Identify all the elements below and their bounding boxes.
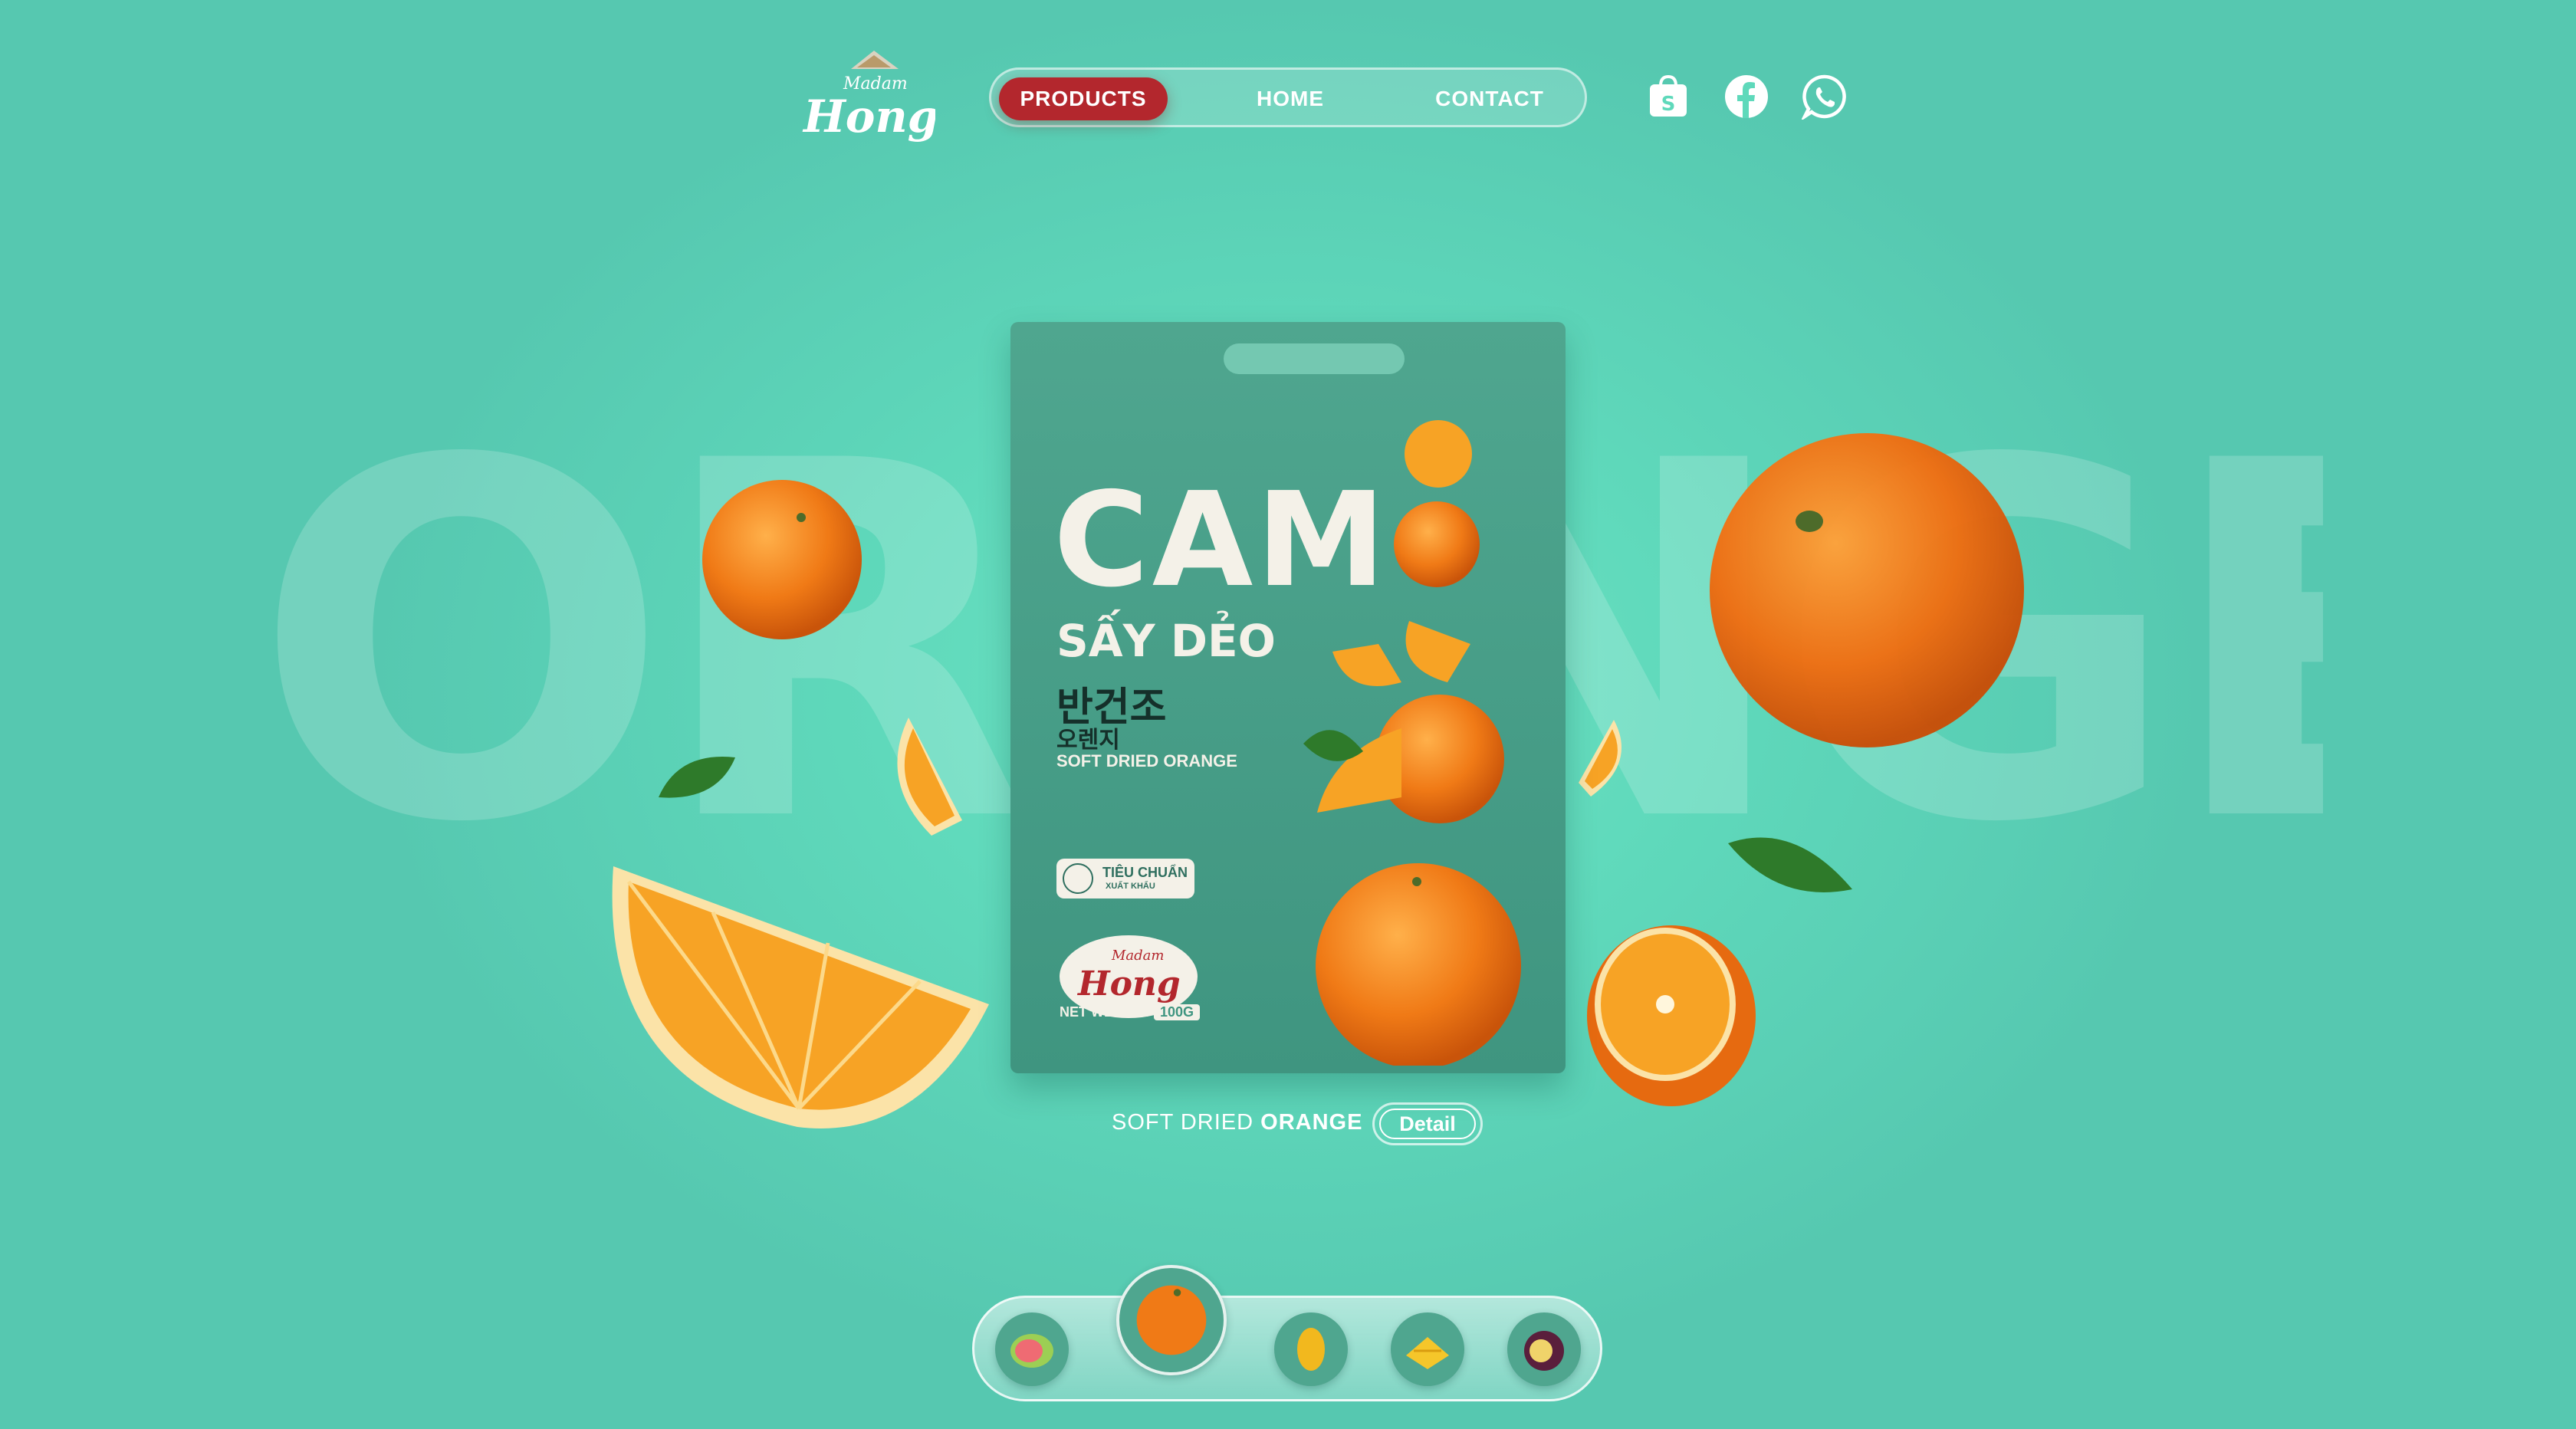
guava-icon	[1010, 1334, 1053, 1368]
package-korean-sub: 오렌지	[1056, 727, 1120, 754]
selector-item-passion-fruit[interactable]	[1507, 1312, 1581, 1386]
package-subtitle: SẤY DẺO	[1056, 615, 1276, 667]
main-nav: PRODUCTS HOME CONTACT	[989, 67, 1587, 127]
package-english-name: SOFT DRIED ORANGE	[1056, 751, 1237, 770]
orange-slice-decoration	[897, 718, 962, 836]
leaf-decoration	[659, 757, 735, 798]
net-weight-label: NET WEIGHT:	[1060, 1004, 1149, 1020]
detail-label: Detail	[1379, 1109, 1476, 1139]
orange-slice-small-decoration	[1579, 720, 1622, 797]
orange-fruit-decoration	[702, 480, 862, 639]
selector-item-mango[interactable]	[1274, 1312, 1348, 1386]
orange-icon	[1136, 1285, 1207, 1355]
passion-fruit-icon	[1524, 1331, 1564, 1371]
selector-item-guava[interactable]	[995, 1312, 1069, 1386]
product-caption: SOFT DRIED ORANGE	[1112, 1110, 1362, 1135]
package-logo-small-text: Madam	[1111, 948, 1164, 964]
facebook-icon[interactable]	[1723, 74, 1769, 120]
svg-text:S: S	[1661, 93, 1676, 116]
detail-button[interactable]: Detail	[1372, 1102, 1483, 1145]
orange-wedge-decoration	[612, 866, 989, 1128]
mango-icon	[1297, 1328, 1325, 1371]
brand-logo[interactable]: Madam Hong	[797, 46, 938, 153]
logo-main-text: Hong	[802, 90, 935, 143]
badge-line2: XUẤT KHẨU	[1106, 882, 1155, 891]
package-hang-slot	[1224, 343, 1405, 374]
selector-item-pineapple[interactable]	[1391, 1312, 1464, 1386]
net-weight: NET WEIGHT: 100G	[1060, 1004, 1201, 1020]
nav-home[interactable]: HOME	[1221, 77, 1359, 120]
nav-products[interactable]: PRODUCTS	[999, 77, 1168, 120]
whatsapp-icon[interactable]	[1800, 74, 1848, 122]
badge-line1: TIÊU CHUẨN	[1102, 865, 1188, 880]
product-package[interactable]: CAM SẤY DẺO 반건조 오렌지 SOFT DRIED ORANGE TI…	[1010, 322, 1566, 1073]
pineapple-icon	[1406, 1337, 1449, 1369]
caption-product-name: ORANGE	[1260, 1110, 1363, 1135]
caption-prefix: SOFT DRIED	[1112, 1110, 1254, 1135]
net-weight-value: 100G	[1154, 1004, 1201, 1020]
package-oranges-illustration	[1303, 420, 1521, 1066]
export-standard-badge: TIÊU CHUẨN XUẤT KHẨU	[1056, 859, 1194, 898]
shopee-bag-icon[interactable]: S	[1645, 74, 1691, 120]
orange-fruit-blurred-decoration	[1710, 433, 2024, 747]
nav-contact[interactable]: CONTACT	[1405, 77, 1574, 120]
leaf-badge-icon	[1063, 863, 1093, 894]
selector-item-orange[interactable]	[1116, 1265, 1227, 1375]
leaf-right-decoration	[1728, 837, 1852, 892]
orange-half-decoration	[1587, 925, 1756, 1106]
package-logo-main-text: Hong	[1076, 964, 1181, 1004]
